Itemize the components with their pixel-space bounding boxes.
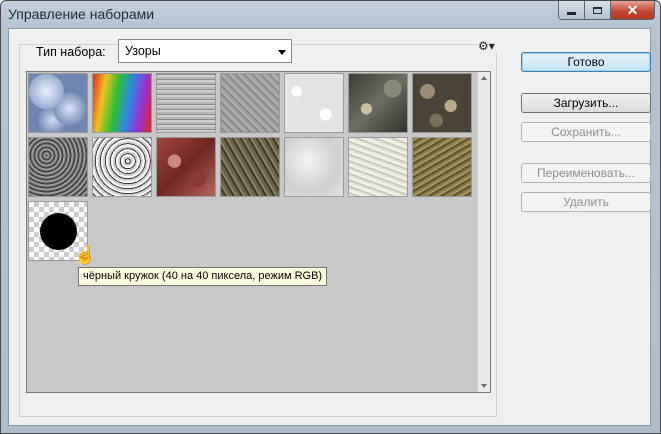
gray-noise-pattern-thumbnail[interactable]	[220, 73, 280, 133]
gear-icon[interactable]: ⚙▾	[476, 39, 497, 53]
done-button[interactable]: Готово	[521, 52, 651, 72]
gray-fabric-pattern-thumbnail[interactable]	[156, 73, 216, 133]
pattern-grid[interactable]	[26, 71, 491, 393]
rename-button[interactable]: Переименовать...	[521, 163, 651, 183]
dark-rock-pattern-thumbnail[interactable]	[348, 73, 408, 133]
gravel-pattern-thumbnail[interactable]	[28, 137, 88, 197]
close-icon: ✕	[626, 2, 639, 18]
black-circle-shape	[40, 213, 77, 250]
granite-pattern-thumbnail[interactable]	[92, 137, 152, 197]
delete-button[interactable]: Удалить	[521, 192, 651, 212]
preset-type-label: Тип набора:	[32, 45, 110, 59]
preset-manager-window: Управление наборами ✕ Тип набора: Узоры …	[0, 0, 661, 434]
chevron-down-icon	[278, 50, 286, 55]
preset-type-select[interactable]: Узоры	[118, 39, 292, 63]
blue-bubbles-pattern-thumbnail[interactable]	[28, 73, 88, 133]
minimize-button[interactable]	[558, 1, 585, 20]
maximize-button[interactable]	[585, 1, 611, 20]
rainbow-pattern-thumbnail[interactable]	[92, 73, 152, 133]
vertical-scrollbar[interactable]	[477, 72, 490, 392]
close-button[interactable]: ✕	[611, 1, 655, 20]
red-stone-pattern-thumbnail[interactable]	[156, 137, 216, 197]
light-marble-pattern-thumbnail[interactable]	[284, 137, 344, 197]
load-button[interactable]: Загрузить...	[521, 93, 651, 113]
scroll-up-icon[interactable]	[481, 76, 487, 80]
maximize-icon	[593, 6, 602, 14]
window-controls: ✕	[558, 1, 655, 20]
moss-pattern-thumbnail[interactable]	[220, 137, 280, 197]
olive-grain-pattern-thumbnail[interactable]	[412, 137, 472, 197]
hand-cursor-icon: ☝	[74, 245, 97, 265]
window-title: Управление наборами	[8, 6, 155, 22]
pattern-tooltip: чёрный кружок (40 на 40 пиксела, режим R…	[78, 267, 328, 286]
minimize-icon	[567, 11, 576, 15]
dialog-body: Тип набора: Узоры ⚙▾ Готово Загрузить...…	[8, 28, 651, 426]
pebbles-pattern-thumbnail[interactable]	[412, 73, 472, 133]
title-bar[interactable]: Управление наборами ✕	[1, 1, 660, 27]
white-paper-pattern-thumbnail[interactable]	[284, 73, 344, 133]
light-texture-pattern-thumbnail[interactable]	[348, 137, 408, 197]
scroll-down-icon[interactable]	[481, 384, 487, 388]
save-button[interactable]: Сохранить...	[521, 122, 651, 142]
preset-type-value: Узоры	[125, 44, 161, 58]
